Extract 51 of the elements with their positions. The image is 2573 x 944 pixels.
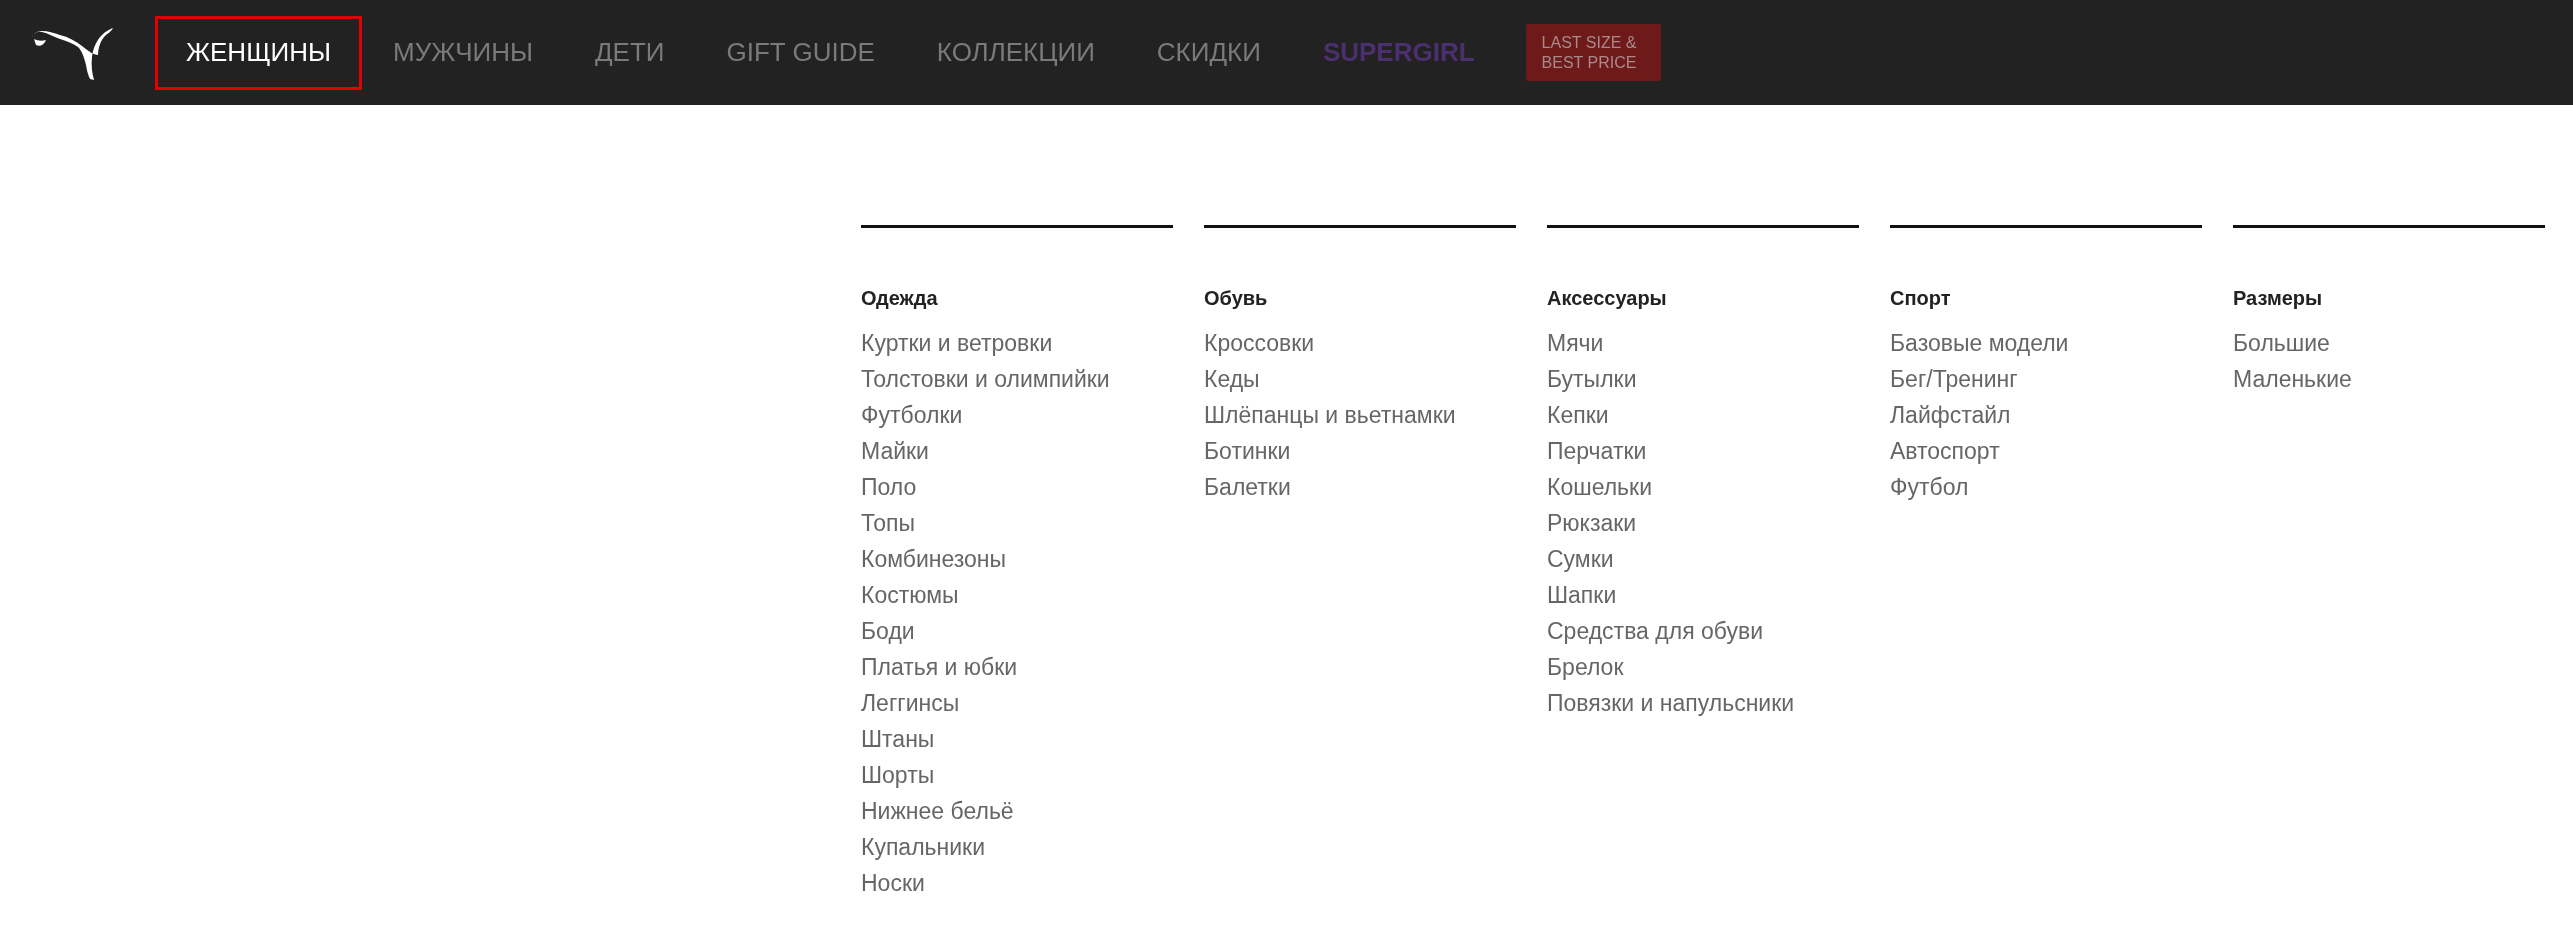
menu-link[interactable]: Нижнее бельё (861, 793, 1014, 829)
menu-link[interactable]: Средства для обуви (1547, 613, 1763, 649)
menu-link[interactable]: Шапки (1547, 577, 1617, 613)
menu-link[interactable]: Мячи (1547, 325, 1604, 361)
menu-link[interactable]: Кепки (1547, 397, 1609, 433)
nav-link[interactable]: КОЛЛЕКЦИИ (905, 15, 1126, 90)
menu-link[interactable]: Перчатки (1547, 433, 1647, 469)
column-heading: Аксессуары (1547, 286, 1668, 311)
column-heading: Одежда (861, 286, 939, 311)
nav-link[interactable]: СКИДКИ (1125, 15, 1292, 90)
nav-link[interactable]: GIFT GUIDE (695, 15, 906, 90)
menu-link[interactable]: Топы (861, 505, 916, 541)
menu-link[interactable]: Платья и юбки (861, 649, 1018, 685)
menu-link[interactable]: Носки (861, 865, 925, 901)
menu-link[interactable]: Бег/Тренинг (1890, 361, 2018, 397)
menu-link[interactable]: Комбинезоны (861, 541, 1007, 577)
menu-link[interactable]: Толстовки и олимпийки (861, 361, 1110, 397)
column-heading: Размеры (2233, 286, 2324, 311)
menu-link[interactable]: Бутылки (1547, 361, 1637, 397)
menu-link[interactable]: Леггинсы (861, 685, 960, 721)
menu-link[interactable]: Рюкзаки (1547, 505, 1637, 541)
menu-link[interactable]: Боди (861, 613, 915, 649)
menu-link[interactable]: Купальники (861, 829, 985, 865)
nav-link[interactable]: ЖЕНЩИНЫ (155, 15, 362, 90)
column-heading: Спорт (1890, 286, 1952, 311)
menu-link[interactable]: Маленькие (2233, 361, 2352, 397)
menu-link[interactable]: Базовые модели (1890, 325, 2069, 361)
menu-link[interactable]: Повязки и напульсники (1547, 685, 1795, 721)
menu-link[interactable]: Майки (861, 433, 929, 469)
menu-link[interactable]: Автоспорт (1890, 433, 2000, 469)
sale-badge[interactable]: LAST SIZE & BEST PRICE (1525, 24, 1661, 81)
menu-link[interactable]: Куртки и ветровки (861, 325, 1053, 361)
menu-link[interactable]: Поло (861, 469, 917, 505)
menu-link[interactable]: Сумки (1547, 541, 1614, 577)
menu-link[interactable]: Футбол (1890, 469, 1969, 505)
menu-link[interactable]: Кеды (1204, 361, 1260, 397)
menu-link[interactable]: Брелок (1547, 649, 1624, 685)
menu-link[interactable]: Кошельки (1547, 469, 1652, 505)
menu-link[interactable]: Костюмы (861, 577, 959, 613)
menu-link[interactable]: Большие (2233, 325, 2330, 361)
menu-link[interactable]: Ботинки (1204, 433, 1291, 469)
nav-link[interactable]: ДЕТИ (564, 15, 696, 90)
menu-link[interactable]: Лайфстайл (1890, 397, 2011, 433)
menu-link[interactable]: Балетки (1204, 469, 1291, 505)
nav-link[interactable]: МУЖЧИНЫ (362, 15, 564, 90)
column-heading: Обувь (1204, 286, 1269, 311)
menu-link[interactable]: Шлёпанцы и вьетнамки (1204, 397, 1456, 433)
menu-link[interactable]: Штаны (861, 721, 935, 757)
menu-link[interactable]: Футболки (861, 397, 963, 433)
menu-link[interactable]: Кроссовки (1204, 325, 1315, 361)
menu-link[interactable]: Шорты (861, 757, 935, 793)
